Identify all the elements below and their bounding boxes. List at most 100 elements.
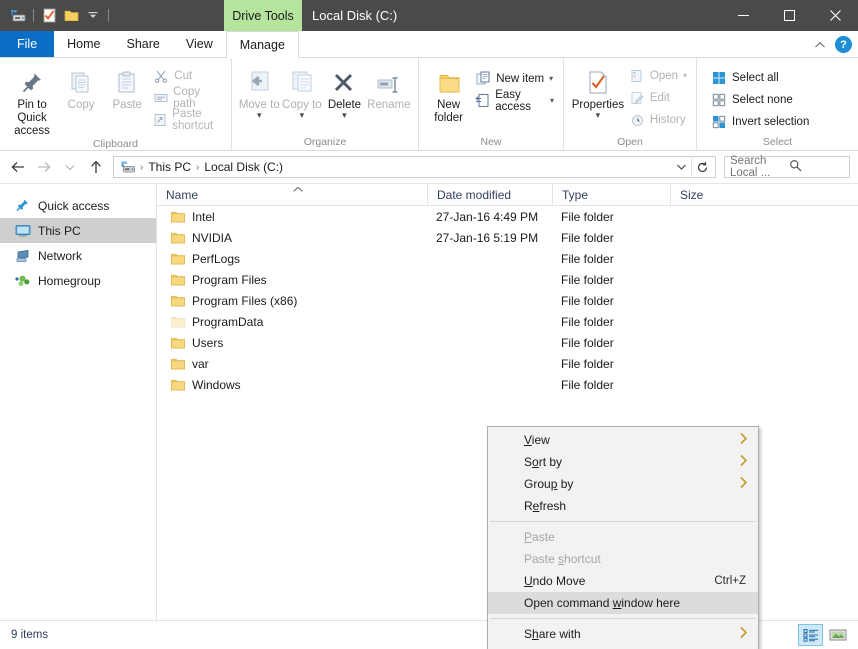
menu-item-refresh[interactable]: Refresh [488,495,758,517]
table-row[interactable]: Intel 27-Jan-16 4:49 PM File folder [157,206,858,227]
table-row[interactable]: ProgramData File folder [157,311,858,332]
menu-item-paste-shortcut: Paste shortcut [488,548,758,570]
invert-selection-icon [711,114,727,130]
chevron-down-icon[interactable] [671,157,691,177]
copy-to-caret-icon[interactable]: ▾ [300,111,305,120]
easy-access-button[interactable]: Easy access ▾ [472,89,557,113]
customize-quick-access-icon[interactable] [82,5,104,27]
sidebar-item-homegroup[interactable]: Homegroup [0,268,156,293]
pin-to-quick-access-label: Pin to Quick access [14,99,50,137]
history-button[interactable]: History [626,110,690,129]
move-to-button[interactable]: Move to ▾ [238,61,281,120]
rename-label: Rename [367,99,411,111]
invert-selection-button[interactable]: Invert selection [708,112,812,131]
cell-type: File folder [561,209,614,224]
cell-date-modified: 27-Jan-16 5:19 PM [436,230,539,245]
cell-type: File folder [561,335,614,350]
menu-item-undo-move[interactable]: Undo Move Ctrl+Z [488,570,758,592]
column-header-type[interactable]: Type [552,183,670,206]
open-caret-icon[interactable]: ▾ [683,71,687,80]
main-content: Quick access This PC Network Homegroup N… [0,183,858,649]
sidebar-item-quick-access[interactable]: Quick access [0,193,156,218]
ribbon-group-new: New folder New item ▾ Easy access ▾ New [418,58,563,150]
menu-item-open-command-window-here[interactable]: Open command window here [488,592,758,614]
forward-arrow-icon[interactable] [32,155,56,179]
copy-path-button[interactable]: Copy path [150,85,225,110]
menu-item-paste: Paste [488,526,758,548]
copy-path-label: Copy path [173,85,201,110]
folder-icon [171,316,185,328]
table-row[interactable]: Program Files File folder [157,269,858,290]
sort-ascending-icon [292,185,304,195]
large-icons-view-button[interactable] [825,624,850,646]
tab-file[interactable]: File [0,31,55,57]
file-name-label: NVIDIA [192,230,233,245]
table-row[interactable]: NVIDIA 27-Jan-16 5:19 PM File folder [157,227,858,248]
open-button[interactable]: Open ▾ [626,66,690,85]
tab-manage[interactable]: Manage [225,31,299,58]
column-header-size[interactable]: Size [670,183,753,206]
folder-icon [171,379,185,391]
up-arrow-icon[interactable] [84,155,108,179]
details-view-button[interactable] [798,624,823,646]
select-all-button[interactable]: Select all [708,68,812,87]
sidebar-item-this-pc[interactable]: This PC [0,218,156,243]
recent-locations-icon[interactable] [58,155,82,179]
new-folder-button[interactable]: New folder [425,61,472,125]
file-name-label: PerfLogs [192,251,241,266]
collapse-ribbon-icon[interactable] [814,36,826,54]
properties-button[interactable]: Properties ▾ [570,61,626,120]
tab-home[interactable]: Home [54,31,113,57]
column-header-date-modified[interactable]: Date modified [427,183,552,206]
ribbon-group-label-clipboard: Clipboard [93,138,138,150]
search-input[interactable]: Search Local ... [724,155,850,179]
help-icon[interactable]: ? [835,36,852,53]
table-row[interactable]: var File folder [157,353,858,374]
paste-button[interactable]: Paste [104,61,150,112]
close-button[interactable] [812,0,858,31]
address-path-box[interactable]: › This PC › Local Disk (C:) [113,156,716,178]
menu-item-group-by[interactable]: Group by [488,473,758,495]
copy-to-button[interactable]: Copy to ▾ [281,61,324,120]
drive-properties-icon[interactable] [38,5,60,27]
menu-item-sort-by[interactable]: Sort by [488,451,758,473]
back-arrow-icon[interactable] [6,155,30,179]
cell-name: Intel [157,210,427,224]
table-row[interactable]: Windows File folder [157,374,858,395]
cell-date-modified: 27-Jan-16 4:49 PM [436,209,539,224]
quick-access-separator-2 [108,9,109,22]
column-header-name[interactable]: Name [157,184,427,206]
delete-button[interactable]: Delete ▾ [323,61,366,120]
refresh-icon[interactable] [691,156,713,178]
properties-caret-icon[interactable]: ▾ [596,111,601,120]
new-folder-icon[interactable] [60,5,82,27]
rename-button[interactable]: Rename [366,61,412,112]
easy-access-caret-icon[interactable]: ▾ [550,96,554,105]
pin-to-quick-access-button[interactable]: Pin to Quick access [6,61,58,138]
copy-button[interactable]: Copy [58,61,104,112]
breadcrumb-this-pc[interactable]: This PC [144,160,195,174]
select-none-button[interactable]: Select none [708,90,812,109]
delete-caret-icon[interactable]: ▾ [342,111,347,120]
tab-share[interactable]: Share [114,31,173,57]
menu-item-label: Group by [524,477,574,491]
new-item-caret-icon[interactable]: ▾ [549,74,553,83]
minimize-button[interactable] [720,0,766,31]
paste-shortcut-button[interactable]: Paste shortcut [150,108,225,132]
menu-item-label: Paste shortcut [524,552,601,566]
sidebar-item-network[interactable]: Network [0,243,156,268]
table-row[interactable]: Users File folder [157,332,858,353]
maximize-button[interactable] [766,0,812,31]
table-row[interactable]: PerfLogs File folder [157,248,858,269]
breadcrumb-local-disk[interactable]: Local Disk (C:) [200,160,287,174]
table-row[interactable]: Program Files (x86) File folder [157,290,858,311]
ribbon-group-label-open: Open [617,135,643,148]
menu-item-view[interactable]: View [488,429,758,451]
new-item-button[interactable]: New item ▾ [472,69,557,88]
move-to-caret-icon[interactable]: ▾ [257,111,262,120]
menu-item-share-with[interactable]: Share with [488,623,758,645]
search-icon[interactable] [789,159,844,175]
edit-button[interactable]: Edit [626,88,690,107]
tab-view[interactable]: View [173,31,226,57]
cut-button[interactable]: Cut [150,66,225,85]
